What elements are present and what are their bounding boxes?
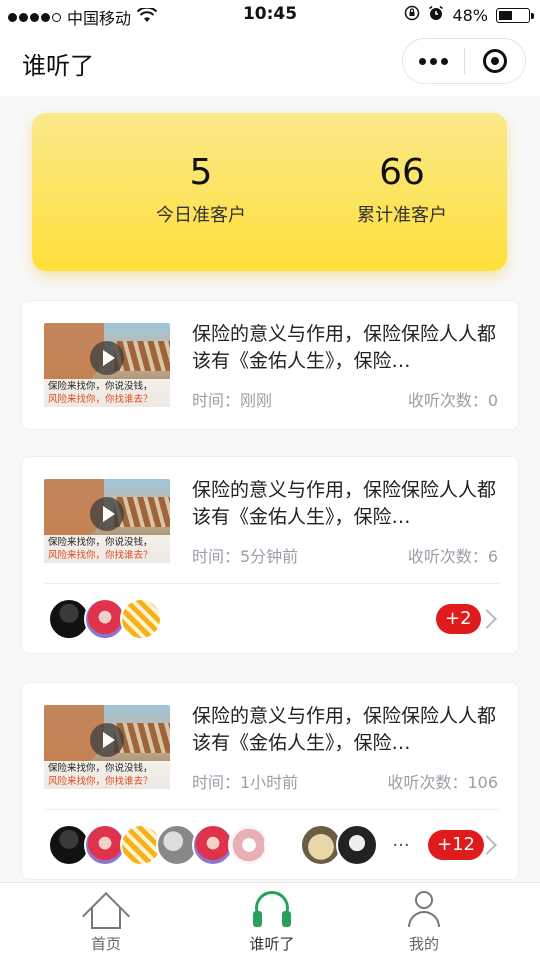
status-right: 48% bbox=[404, 5, 534, 25]
miniprogram-capsule bbox=[402, 38, 526, 84]
chevron-right-icon[interactable] bbox=[477, 609, 497, 629]
stats-card: 5 今日准客户 66 累计准客户 bbox=[32, 113, 507, 271]
more-options-button[interactable] bbox=[403, 39, 464, 83]
card-time: 时间：1小时前 bbox=[192, 773, 299, 792]
card-time: 时间：5分钟前 bbox=[192, 547, 299, 566]
status-bar: 中国移动 10:45 48% bbox=[0, 0, 540, 30]
play-icon bbox=[90, 341, 124, 375]
stat-total[interactable]: 66 累计准客户 bbox=[302, 151, 502, 227]
thumbnail-caption: 保险来找你，你说没钱， 风险来找你，你找谁去？ bbox=[44, 379, 170, 407]
thumbnail-caption: 保险来找你，你说没钱， 风险来找你，你找谁去？ bbox=[44, 535, 170, 563]
card-divider bbox=[44, 583, 500, 584]
today-label: 今日准客户 bbox=[156, 205, 246, 226]
total-count: 66 bbox=[379, 152, 425, 193]
video-thumbnail[interactable]: 保险来找你，你说没钱， 风险来找你，你找谁去？ bbox=[44, 479, 170, 563]
video-thumbnail[interactable]: 保险来找你，你说没钱， 风险来找你，你找谁去？ bbox=[44, 323, 170, 407]
target-icon bbox=[482, 49, 507, 73]
video-thumbnail[interactable]: 保险来找你，你说没钱， 风险来找你，你找谁去？ bbox=[44, 705, 170, 789]
today-count: 5 bbox=[189, 152, 213, 193]
card-play-count: 收听次数：106 bbox=[387, 773, 498, 792]
tab-label: 我的 bbox=[408, 935, 439, 953]
card-play-count: 收听次数：0 bbox=[407, 391, 498, 410]
tab-mine[interactable]: 我的 bbox=[364, 889, 484, 954]
headphone-icon bbox=[249, 889, 295, 929]
total-label: 累计准客户 bbox=[357, 205, 447, 226]
listen-card[interactable]: 保险来找你，你说没钱， 风险来找你，你找谁去？ 保险的意义与作用，保险保险人人都… bbox=[21, 456, 519, 654]
card-time: 时间：刚刚 bbox=[192, 391, 273, 410]
more-listeners-badge: +2 bbox=[436, 604, 481, 634]
avatar bbox=[336, 824, 378, 866]
listen-card[interactable]: 保险来找你，你说没钱， 风险来找你，你找谁去？ 保险的意义与作用，保险保险人人都… bbox=[21, 300, 519, 430]
card-play-count: 收听次数：6 bbox=[407, 547, 498, 566]
navigation-bar: 谁听了 bbox=[0, 30, 540, 96]
tab-home[interactable]: 首页 bbox=[46, 889, 166, 954]
listener-avatars[interactable]: ··· bbox=[48, 824, 418, 866]
tab-label: 谁听了 bbox=[249, 935, 295, 953]
tab-who-listened[interactable]: 谁听了 bbox=[212, 889, 332, 954]
card-title: 保险的意义与作用，保险保险人人都该有《金佑人生》，保险… bbox=[192, 479, 497, 528]
battery-percent: 48% bbox=[452, 5, 488, 25]
battery-icon bbox=[496, 7, 534, 23]
play-icon bbox=[90, 497, 124, 531]
avatar bbox=[120, 598, 162, 640]
listener-avatars[interactable] bbox=[48, 598, 162, 640]
alarm-icon bbox=[428, 5, 444, 25]
rotation-lock-icon bbox=[404, 5, 420, 25]
tab-bar: 首页 谁听了 我的 bbox=[0, 882, 540, 960]
card-title: 保险的意义与作用，保险保险人人都该有《金佑人生》，保险… bbox=[192, 323, 497, 372]
home-icon bbox=[81, 889, 131, 941]
listen-card[interactable]: 保险来找你，你说没钱， 风险来找你，你找谁去？ 保险的意义与作用，保险保险人人都… bbox=[21, 682, 519, 880]
user-icon bbox=[401, 889, 447, 929]
card-divider bbox=[44, 809, 500, 810]
thumbnail-caption: 保险来找你，你说没钱， 风险来找你，你找谁去？ bbox=[44, 761, 170, 789]
play-icon bbox=[90, 723, 124, 757]
more-avatars-ellipsis: ··· bbox=[392, 834, 410, 856]
card-title: 保险的意义与作用，保险保险人人都该有《金佑人生》，保险… bbox=[192, 705, 497, 754]
page-title: 谁听了 bbox=[22, 52, 94, 80]
stat-today[interactable]: 5 今日准客户 bbox=[101, 151, 301, 227]
more-listeners-badge: +12 bbox=[428, 830, 484, 860]
close-miniprogram-button[interactable] bbox=[464, 39, 525, 83]
